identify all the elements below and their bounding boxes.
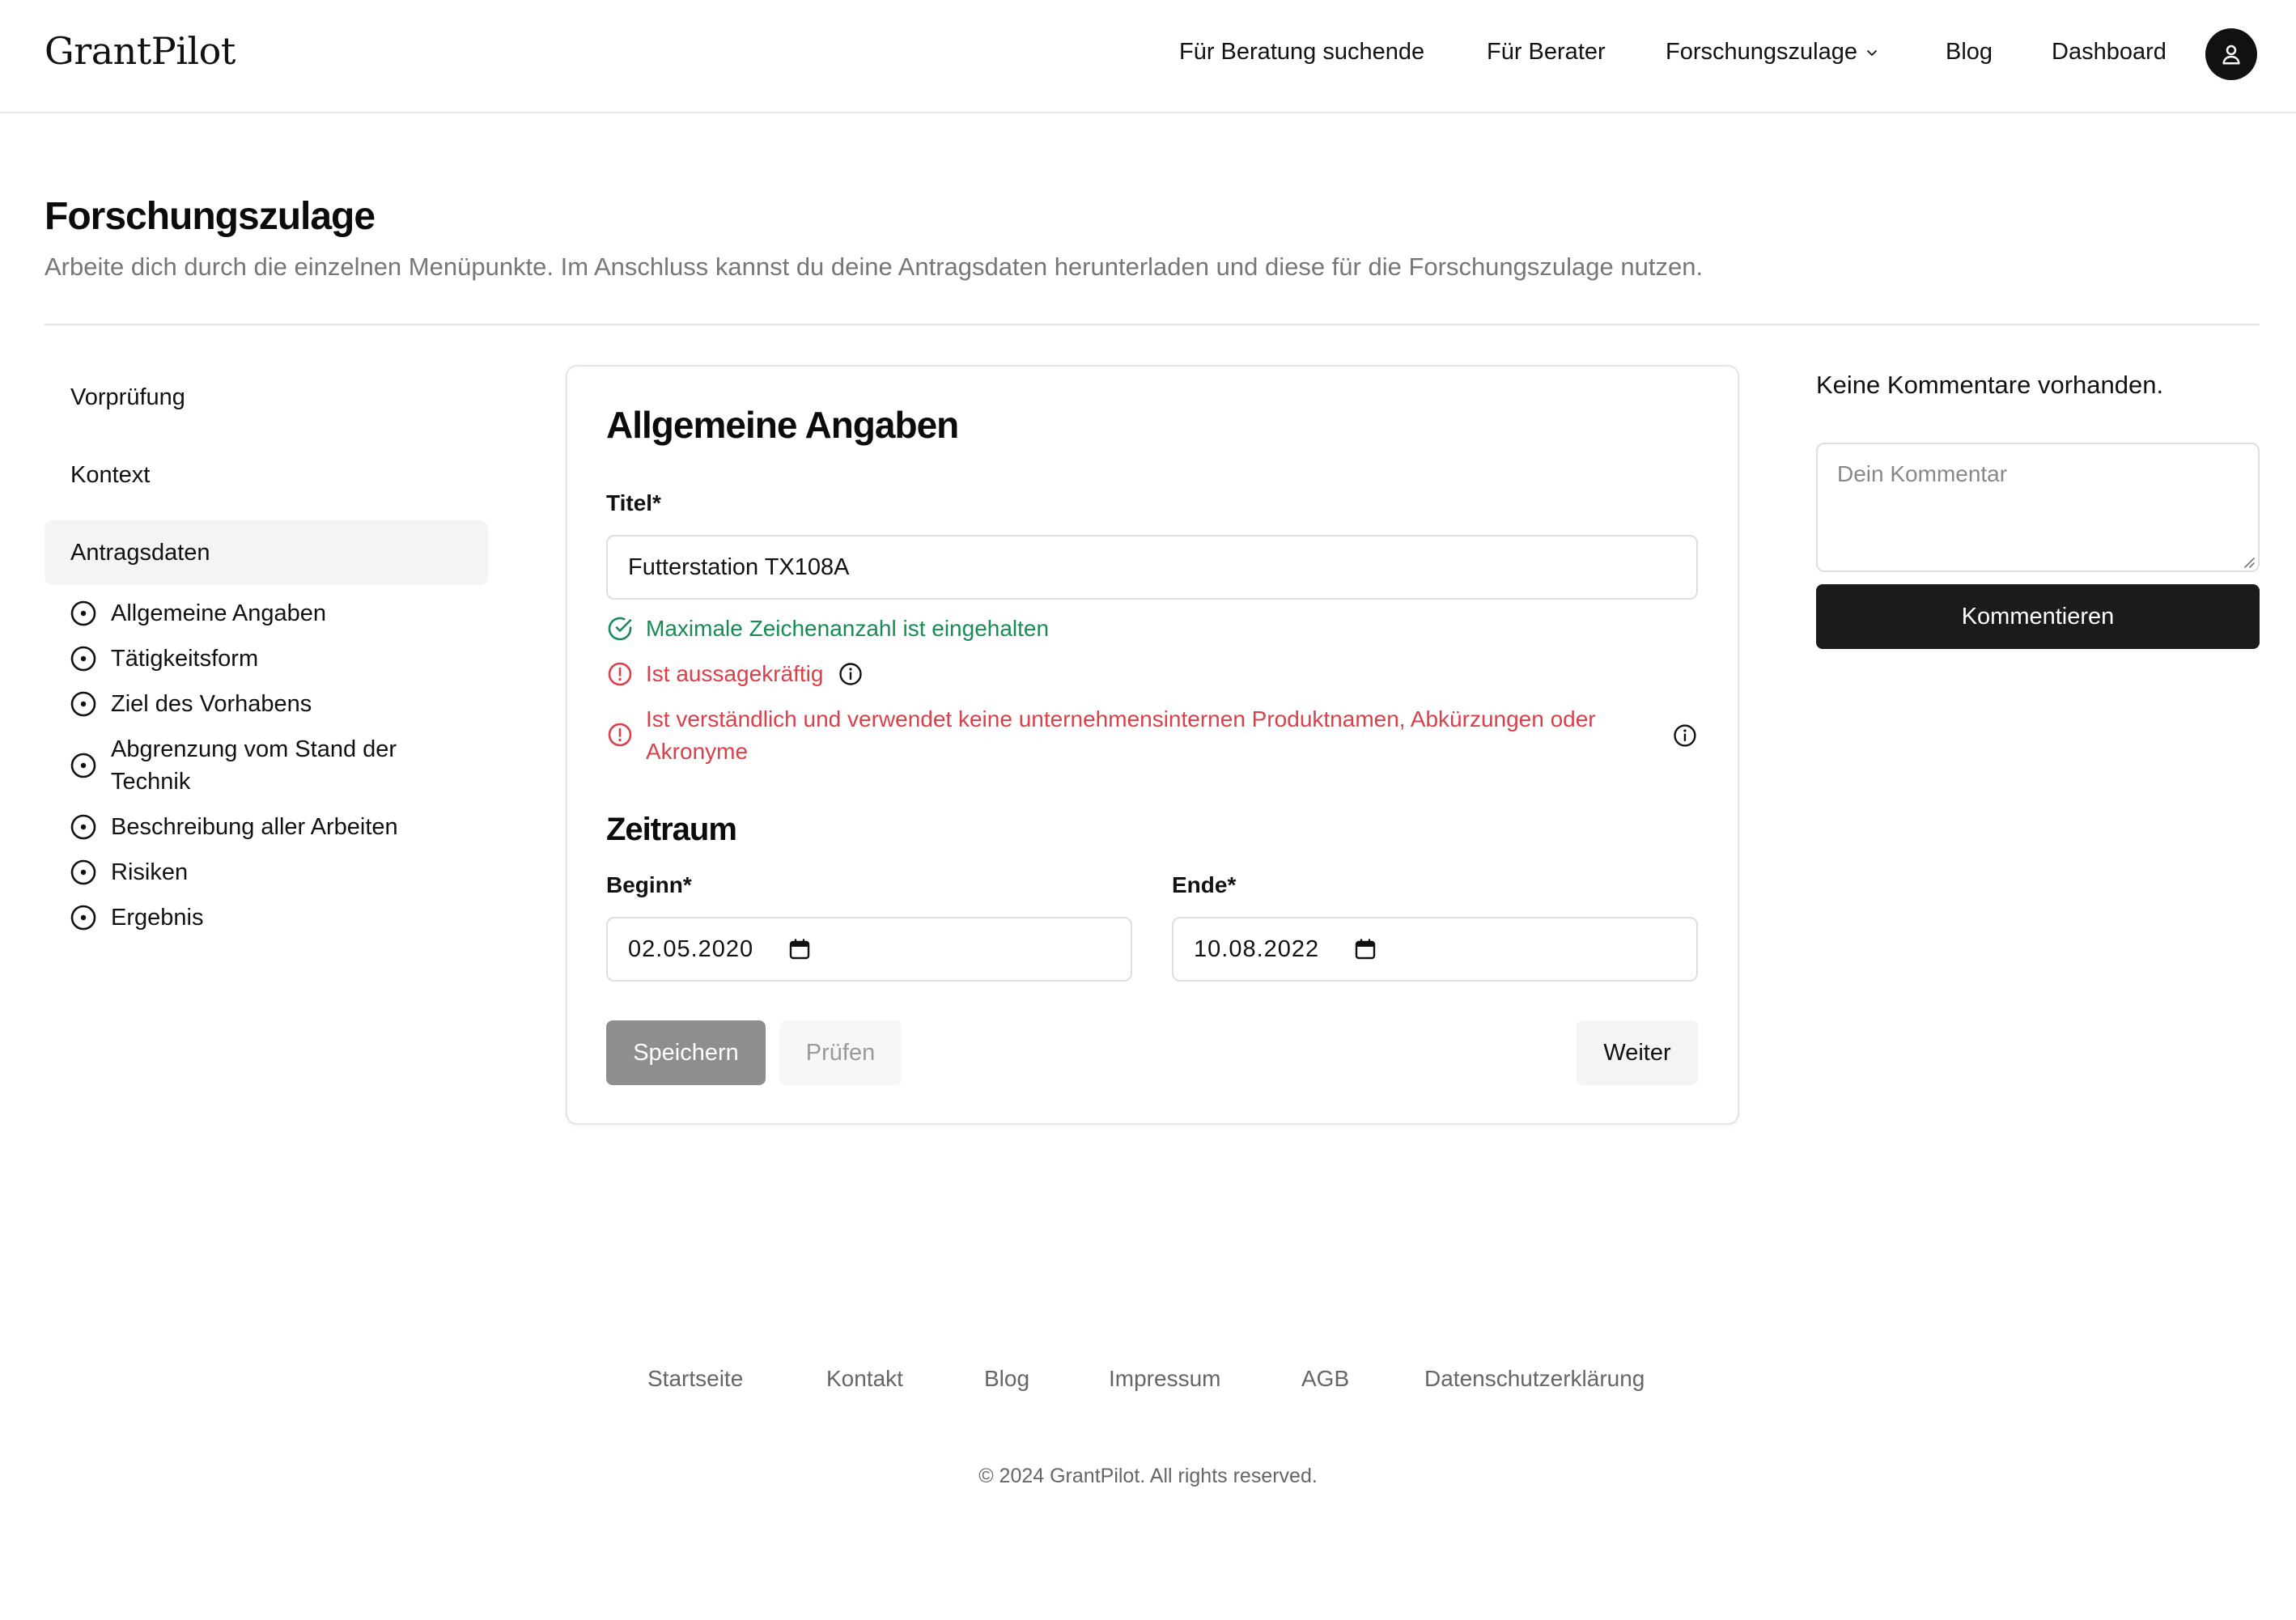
check-meaningful: Ist aussagekräftig: [606, 658, 864, 690]
sidebar-subitem-ergebnis[interactable]: Ergebnis: [70, 901, 451, 934]
calendar-icon[interactable]: [1355, 939, 1376, 960]
start-label: Beginn*: [606, 872, 692, 897]
user-icon: [2222, 45, 2240, 65]
resize-handle-icon[interactable]: [2242, 555, 2255, 568]
circle-dot-icon: [70, 814, 96, 840]
page-subtitle: Arbeite dich durch die einzelnen Menüpun…: [45, 252, 1704, 281]
comment-submit-button[interactable]: Kommentieren: [1816, 584, 2260, 649]
alert-circle-icon: [608, 662, 632, 686]
logo[interactable]: GrantPilot: [45, 29, 236, 73]
page-title: Forschungszulage: [45, 195, 376, 238]
sidebar-subitem-label: Risiken: [111, 859, 189, 885]
check-max-chars: Maximale Zeichenanzahl ist eingehalten: [606, 613, 1049, 645]
sidebar-subitem-label: Allgemeine Angaben: [111, 600, 327, 626]
sidebar-subitem-abgrenzung[interactable]: Abgrenzung vom Stand der Technik: [70, 733, 451, 798]
info-icon[interactable]: [1672, 723, 1698, 749]
nav-dashboard[interactable]: Dashboard: [2052, 39, 2167, 66]
footer-link-kontakt[interactable]: Kontakt: [826, 1366, 903, 1392]
sidebar-subitem-taetigkeitsform[interactable]: Tätigkeitsform: [70, 642, 451, 675]
check-text: Ist verständlich und verwendet keine unt…: [646, 706, 1596, 764]
nav-blog[interactable]: Blog: [1946, 39, 1993, 66]
end-date-input[interactable]: 10.08.2022: [1172, 917, 1698, 982]
divider: [45, 324, 2260, 325]
nav-forschungszulage[interactable]: Forschungszulage: [1666, 39, 1878, 66]
title-label: Titel*: [606, 490, 661, 515]
footer-link-agb[interactable]: AGB: [1301, 1366, 1349, 1392]
sidebar-subitem-label: Tätigkeitsform: [111, 646, 259, 672]
sidebar-item-kontext[interactable]: Kontext: [45, 443, 488, 507]
nav-berater[interactable]: Für Berater: [1487, 39, 1606, 66]
title-input[interactable]: Futterstation TX108A: [606, 535, 1698, 600]
sidebar-subitem-allgemeine-angaben[interactable]: Allgemeine Angaben: [70, 597, 451, 630]
sidebar-subitem-beschreibung[interactable]: Beschreibung aller Arbeiten: [70, 811, 451, 843]
circle-dot-icon: [70, 905, 96, 931]
sidebar-subitem-label: Beschreibung aller Arbeiten: [111, 814, 398, 840]
check-button[interactable]: Prüfen: [779, 1020, 902, 1085]
start-date-input[interactable]: 02.05.2020: [606, 917, 1132, 982]
sidebar-subitem-label: Abgrenzung vom Stand der Technik: [111, 736, 397, 795]
end-label: Ende*: [1172, 872, 1237, 897]
user-avatar-button[interactable]: [2205, 28, 2257, 80]
circle-dot-icon: [70, 691, 96, 717]
footer-link-blog[interactable]: Blog: [984, 1366, 1029, 1392]
copyright: © 2024 GrantPilot. All rights reserved.: [978, 1465, 1318, 1487]
chevron-down-icon: [1867, 50, 1877, 57]
check-text: Ist aussagekräftig: [646, 661, 824, 686]
circle-dot-icon: [70, 859, 96, 885]
form-title: Allgemeine Angaben: [606, 404, 959, 446]
period-title: Zeitraum: [606, 812, 737, 847]
footer-link-impressum[interactable]: Impressum: [1109, 1366, 1220, 1392]
sidebar-subitem-risiken[interactable]: Risiken: [70, 856, 451, 888]
circle-dot-icon: [70, 600, 96, 626]
next-button[interactable]: Weiter: [1577, 1020, 1698, 1085]
save-button[interactable]: Speichern: [606, 1020, 766, 1085]
check-circle-icon: [608, 617, 632, 641]
top-header: GrantPilot Für Beratung suchende Für Ber…: [0, 0, 2296, 113]
footer-link-startseite[interactable]: Startseite: [647, 1366, 743, 1392]
circle-dot-icon: [70, 753, 96, 778]
no-comments-text: Keine Kommentare vorhanden.: [1816, 371, 2164, 399]
check-text: Maximale Zeichenanzahl ist eingehalten: [646, 616, 1050, 641]
nav-forschungszulage-label: Forschungszulage: [1666, 39, 1857, 65]
sidebar-item-antragsdaten[interactable]: Antragsdaten: [45, 520, 488, 585]
comment-placeholder: Dein Kommentar: [1837, 461, 2008, 486]
footer-link-datenschutz[interactable]: Datenschutzerklärung: [1424, 1366, 1645, 1392]
check-understandable: Ist verständlich und verwendet keine unt…: [606, 703, 1698, 768]
sidebar-item-vorpruefung[interactable]: Vorprüfung: [45, 365, 488, 430]
calendar-icon[interactable]: [789, 939, 810, 960]
end-date-value: 10.08.2022: [1194, 935, 1320, 962]
sidebar-subitem-label: Ergebnis: [111, 905, 204, 931]
alert-circle-icon: [608, 723, 632, 747]
sidebar-subitem-ziel-des-vorhabens[interactable]: Ziel des Vorhabens: [70, 688, 451, 720]
sidebar-subitem-label: Ziel des Vorhabens: [111, 691, 312, 717]
nav-beratung-suchende[interactable]: Für Beratung suchende: [1179, 39, 1424, 66]
circle-dot-icon: [70, 646, 96, 672]
start-date-value: 02.05.2020: [628, 935, 754, 962]
info-icon[interactable]: [838, 661, 864, 687]
